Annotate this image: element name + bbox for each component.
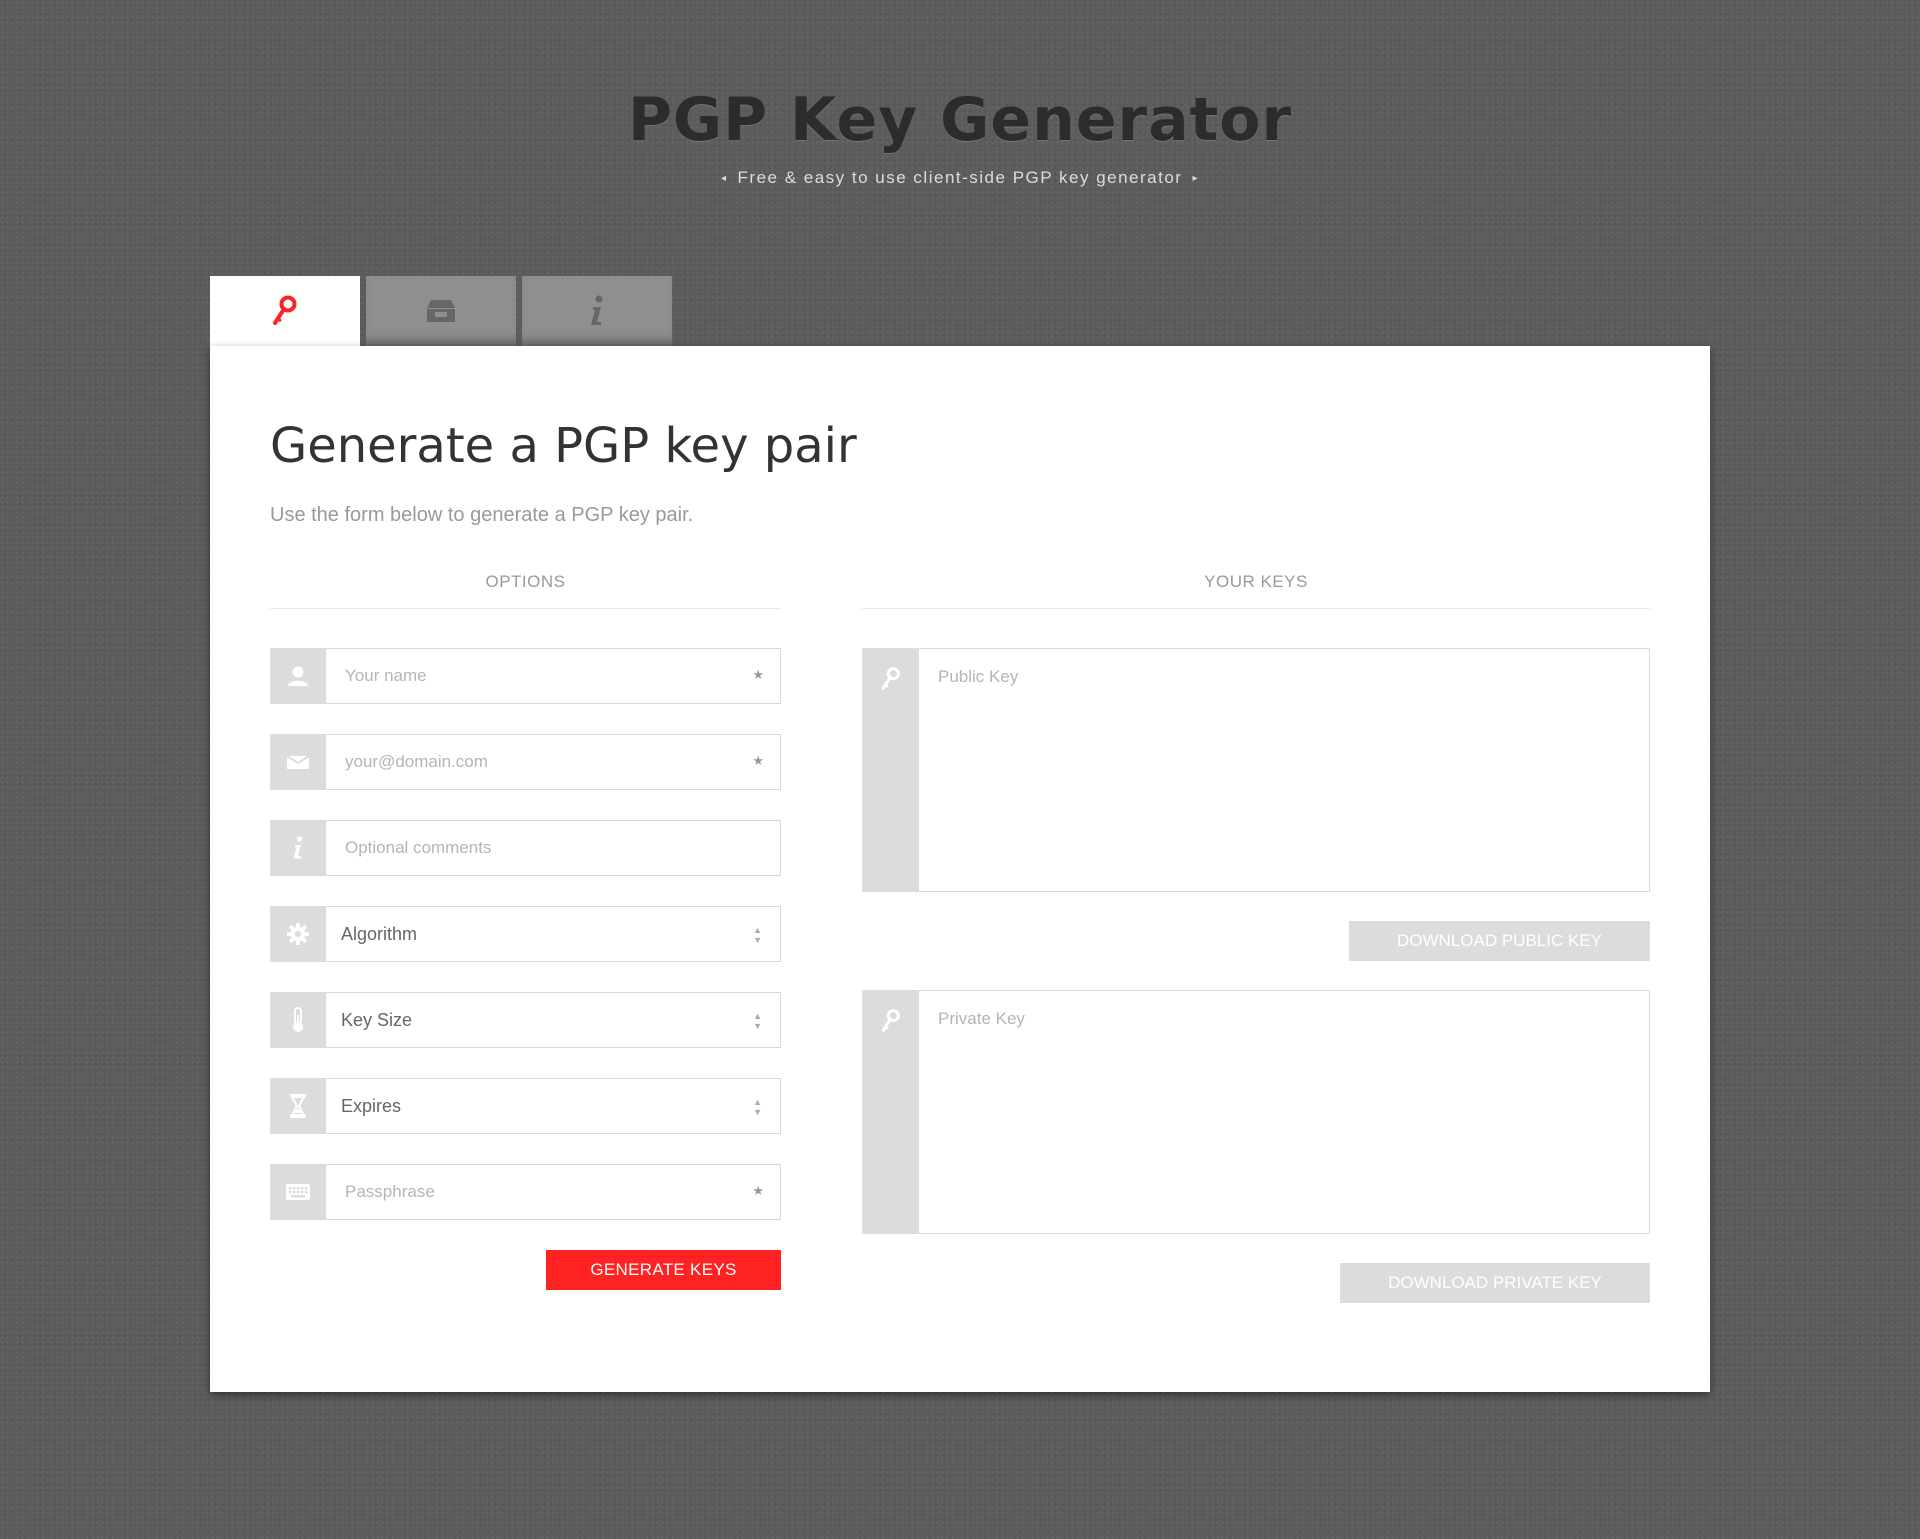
keyboard-icon [286, 1184, 310, 1200]
key-size-select[interactable]: Key Size ▲ ▼ [270, 992, 781, 1048]
key-icon [273, 295, 297, 325]
site-subtitle: ◂ Free & easy to use client-side PGP key … [0, 168, 1920, 188]
download-private-key-button[interactable]: DOWNLOAD PRIVATE KEY [1340, 1263, 1650, 1303]
tab-generate[interactable] [210, 276, 360, 346]
select-arrows-icon: ▲ ▼ [753, 1097, 762, 1117]
passphrase-input[interactable] [326, 1165, 780, 1219]
algorithm-select[interactable]: Algorithm ▲ ▼ [270, 906, 781, 962]
archive-icon [427, 300, 455, 322]
site-header: PGP Key Generator ◂ Free & easy to use cl… [0, 80, 1920, 188]
site-subtitle-text: Free & easy to use client-side PGP key g… [737, 168, 1183, 187]
algorithm-select-label: Algorithm [341, 923, 418, 944]
tab-info[interactable] [522, 276, 672, 346]
gear-icon [287, 923, 309, 945]
page-heading: Generate a PGP key pair [270, 418, 857, 474]
private-key-textarea[interactable] [919, 990, 1650, 1234]
comments-input[interactable] [326, 821, 780, 875]
generator-panel: Generate a PGP key pair Use the form bel… [210, 346, 1710, 1392]
required-star-icon: ★ [752, 1183, 764, 1198]
algorithm-addon [270, 906, 326, 962]
site-title: PGP Key Generator [627, 85, 1293, 155]
select-arrows-icon: ▲ ▼ [753, 1011, 762, 1031]
email-addon [270, 734, 326, 790]
required-star-icon: ★ [752, 753, 764, 768]
expires-select-label: Expires [341, 1095, 402, 1116]
left-triangle-icon: ◂ [721, 173, 728, 184]
private-key-field [862, 990, 1650, 1234]
key-size-addon [270, 992, 326, 1048]
passphrase-addon [270, 1164, 326, 1220]
public-key-textarea[interactable] [919, 648, 1650, 892]
email-input[interactable] [326, 735, 780, 789]
name-field: ★ [270, 648, 781, 704]
keys-section-title: YOUR KEYS [862, 572, 1650, 609]
info-icon [591, 295, 603, 325]
page-lead: Use the form below to generate a PGP key… [270, 504, 694, 526]
required-star-icon: ★ [752, 667, 764, 682]
key-icon [881, 1009, 900, 1032]
download-public-key-button[interactable]: DOWNLOAD PUBLIC KEY [1349, 921, 1650, 961]
email-field: ★ [270, 734, 781, 790]
user-icon [288, 666, 308, 686]
right-triangle-icon: ▸ [1192, 173, 1199, 184]
comments-field [270, 820, 781, 876]
name-addon [270, 648, 326, 704]
tab-archive[interactable] [366, 276, 516, 346]
name-input[interactable] [326, 649, 780, 703]
key-icon [881, 667, 900, 690]
info-icon [293, 836, 303, 859]
hourglass-icon [290, 1094, 306, 1118]
public-key-addon [862, 648, 919, 892]
key-size-select-label: Key Size [341, 1009, 413, 1030]
private-key-addon [862, 990, 919, 1234]
options-section-title: OPTIONS [270, 572, 781, 609]
comments-addon [270, 820, 326, 876]
expires-addon [270, 1078, 326, 1134]
passphrase-field: ★ [270, 1164, 781, 1220]
envelope-icon [287, 755, 309, 769]
thermometer-icon [293, 1007, 303, 1032]
expires-select[interactable]: Expires ▲ ▼ [270, 1078, 781, 1134]
generate-keys-button[interactable]: GENERATE KEYS [546, 1250, 781, 1290]
select-arrows-icon: ▲ ▼ [753, 925, 762, 945]
public-key-field [862, 648, 1650, 892]
